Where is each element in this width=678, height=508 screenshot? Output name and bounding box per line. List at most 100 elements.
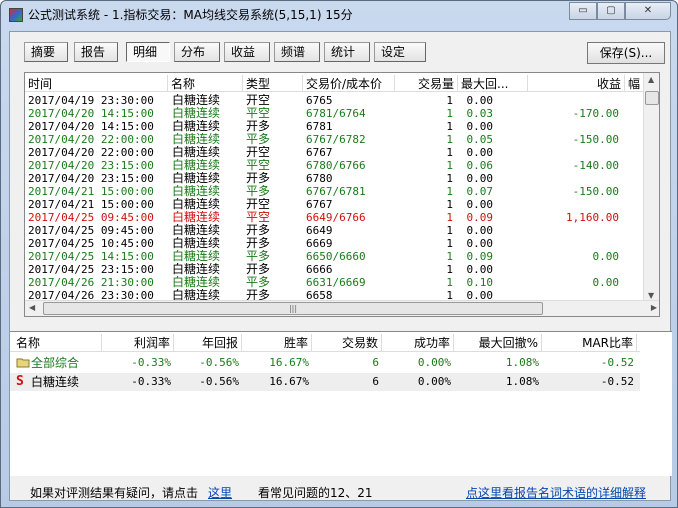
table-row[interactable]: 2017/04/25 14:15:00 白糖连续 平多 6650/6660 1 0.09 0… (25, 250, 645, 263)
column-header[interactable]: 最大回撤% (454, 334, 542, 352)
cell-name: 白糖连续 (172, 94, 221, 107)
table-row[interactable]: 2017/04/25 09:45:00 白糖连续 开多 6649 1 0.00 (25, 224, 645, 237)
cell-dd: 0.00 (466, 94, 494, 107)
footer-text: 如果对评测结果有疑问，请点击 (30, 486, 199, 500)
faq-link[interactable]: 这里 (208, 484, 232, 501)
cell-type: 开空 (246, 146, 271, 159)
tab-2[interactable]: 明细 (126, 42, 170, 62)
cell-dd: 0.00 (466, 224, 494, 237)
table-row[interactable]: 2017/04/20 22:00:00 白糖连续 平多 6767/6782 1 0.05-… (25, 133, 645, 146)
summary-row[interactable]: 全部综合 -0.33% -0.56% 16.67% 6 0.00% 1.08% -0.52 (10, 354, 640, 372)
summary-cell: 0.00% (417, 375, 451, 388)
column-header[interactable]: 名称 (168, 75, 243, 91)
summary-header: 名称 利润率 年回报 胜率 交易数 成功率 最大回撤% MAR比率 (10, 334, 640, 352)
scroll-thumb[interactable] (645, 91, 659, 105)
cell-profit: -170.00 (572, 107, 619, 120)
tab-4[interactable]: 收益 (224, 42, 270, 62)
table-row[interactable]: 2017/04/19 23:30:00 白糖连续 开空 6765 1 0.00 (25, 94, 645, 107)
cell-profit: -140.00 (572, 159, 619, 172)
cell-dd: 0.10 (466, 276, 494, 289)
cell-time: 2017/04/20 14:15:00 (28, 107, 154, 120)
cell-price: 6781/6764 (306, 107, 366, 120)
tab-7[interactable]: 设定 (374, 42, 426, 62)
cell-type: 开多 (246, 120, 271, 133)
tab-0[interactable]: 摘要 (24, 42, 68, 62)
cell-type: 平空 (246, 107, 271, 120)
table-row[interactable]: 2017/04/25 10:45:00 白糖连续 开多 6669 1 0.00 (25, 237, 645, 250)
column-header[interactable]: 交易量 (395, 75, 458, 91)
table-row[interactable]: 2017/04/20 22:00:00 白糖连续 开空 6767 1 0.00 (25, 146, 645, 159)
summary-row[interactable]: S 白糖连续 -0.33% -0.56% 16.67% 6 0.00% 1.08% -0.52 (10, 373, 640, 391)
table-row[interactable]: 2017/04/26 21:30:00 白糖连续 平多 6631/6669 1 0.10 0… (25, 276, 645, 289)
summary-cell: 白糖连续 (31, 375, 80, 389)
summary-cell: 1.08% (505, 356, 539, 369)
scroll-down-icon[interactable]: ▼ (648, 291, 654, 300)
cell-name: 白糖连续 (172, 263, 221, 276)
window-title: 公式测试系统 - 1.指标交易：MA均线交易系统(5,15,1) 15分 (28, 8, 353, 22)
cell-name: 白糖连续 (172, 172, 221, 185)
column-header[interactable]: 收益 (528, 75, 625, 91)
column-header[interactable]: 胜率 (242, 334, 312, 352)
table-row[interactable]: 2017/04/20 14:15:00 白糖连续 开多 6781 1 0.00 (25, 120, 645, 133)
column-header[interactable]: 时间 (25, 75, 168, 91)
cell-time: 2017/04/25 23:15:00 (28, 263, 154, 276)
tab-3[interactable]: 分布 (174, 42, 220, 62)
table-row[interactable]: 2017/04/21 15:00:00 白糖连续 开空 6767 1 0.00 (25, 198, 645, 211)
table-row[interactable]: 2017/04/20 23:15:00 白糖连续 开多 6780 1 0.00 (25, 172, 645, 185)
tab-6[interactable]: 统计 (324, 42, 370, 62)
cell-price: 6765 (306, 94, 333, 107)
column-header[interactable]: 利润率 (102, 334, 174, 352)
cell-time: 2017/04/25 10:45:00 (28, 237, 154, 250)
table-row[interactable]: 2017/04/20 14:15:00 白糖连续 平空 6781/6764 1 0.03-… (25, 107, 645, 120)
cell-time: 2017/04/20 23:15:00 (28, 172, 154, 185)
minimize-button[interactable]: ▭ (569, 2, 597, 20)
table-row[interactable]: 2017/04/25 23:15:00 白糖连续 开多 6666 1 0.00 (25, 263, 645, 276)
save-button[interactable]: 保存(S)... (587, 42, 665, 64)
cell-dd: 0.09 (466, 250, 494, 263)
column-header[interactable]: 成功率 (382, 334, 454, 352)
tab-1[interactable]: 报告 (74, 42, 118, 62)
cell-time: 2017/04/25 09:45:00 (28, 224, 154, 237)
cell-price: 6781 (306, 120, 333, 133)
cell-name: 白糖连续 (172, 237, 221, 250)
column-header[interactable]: 交易数 (312, 334, 382, 352)
cell-time: 2017/04/20 23:15:00 (28, 159, 154, 172)
table-row[interactable]: 2017/04/20 23:15:00 白糖连续 平空 6780/6766 1 0.06-… (25, 159, 645, 172)
summary-cell: -0.56% (199, 356, 239, 369)
column-header[interactable]: 幅 (625, 75, 645, 91)
table-row[interactable]: 2017/04/21 15:00:00 白糖连续 平多 6767/6781 1 0.07-… (25, 185, 645, 198)
scroll-left-icon[interactable]: ◀ (29, 303, 35, 312)
glossary-link[interactable]: 点这里看报告名词术语的详细解释 (466, 484, 646, 501)
scroll-thumb[interactable]: ||| (43, 302, 543, 315)
cell-time: 2017/04/21 15:00:00 (28, 198, 154, 211)
vertical-scrollbar[interactable]: ▲ ▼ (643, 73, 659, 302)
tab-5[interactable]: 频谱 (274, 42, 320, 62)
cell-price: 6631/6669 (306, 276, 366, 289)
cell-price: 6767/6782 (306, 133, 366, 146)
column-header[interactable]: 最大回... (458, 75, 528, 91)
summary-cell: 6 (372, 356, 379, 369)
scroll-right-icon[interactable]: ▶ (651, 303, 657, 312)
cell-name: 白糖连续 (172, 250, 221, 263)
maximize-button[interactable]: ▢ (597, 2, 625, 20)
scroll-up-icon[interactable]: ▲ (648, 75, 654, 84)
cell-price: 6767 (306, 198, 333, 211)
cell-time: 2017/04/25 14:15:00 (28, 250, 154, 263)
cell-name: 白糖连续 (172, 211, 221, 224)
table-row[interactable]: 2017/04/25 09:45:00 白糖连续 平空 6649/6766 1 0.09 1… (25, 211, 645, 224)
footer-text-2: 看常见问题的12、21 (258, 486, 373, 500)
cell-type: 平多 (246, 276, 271, 289)
cell-price: 6767/6781 (306, 185, 366, 198)
cell-dd: 0.00 (466, 120, 494, 133)
column-header[interactable]: 年回报 (174, 334, 242, 352)
column-header[interactable]: 类型 (243, 75, 303, 91)
detail-header: 时间 名称 类型 交易价/成本价 交易量 最大回... 收益幅 (25, 73, 645, 92)
column-header[interactable]: 交易价/成本价 (303, 75, 395, 91)
footer: 如果对评测结果有疑问，请点击 这里 看常见问题的12、21 点这里看报告名词术语… (30, 484, 660, 501)
close-button[interactable]: ✕ (625, 2, 671, 20)
horizontal-scrollbar[interactable]: ◀ ||| ▶ (25, 300, 659, 316)
column-header[interactable]: MAR比率 (542, 334, 637, 352)
column-header[interactable]: 名称 (10, 334, 102, 352)
cell-dd: 0.00 (466, 263, 494, 276)
strategy-s-icon: S (16, 374, 24, 389)
